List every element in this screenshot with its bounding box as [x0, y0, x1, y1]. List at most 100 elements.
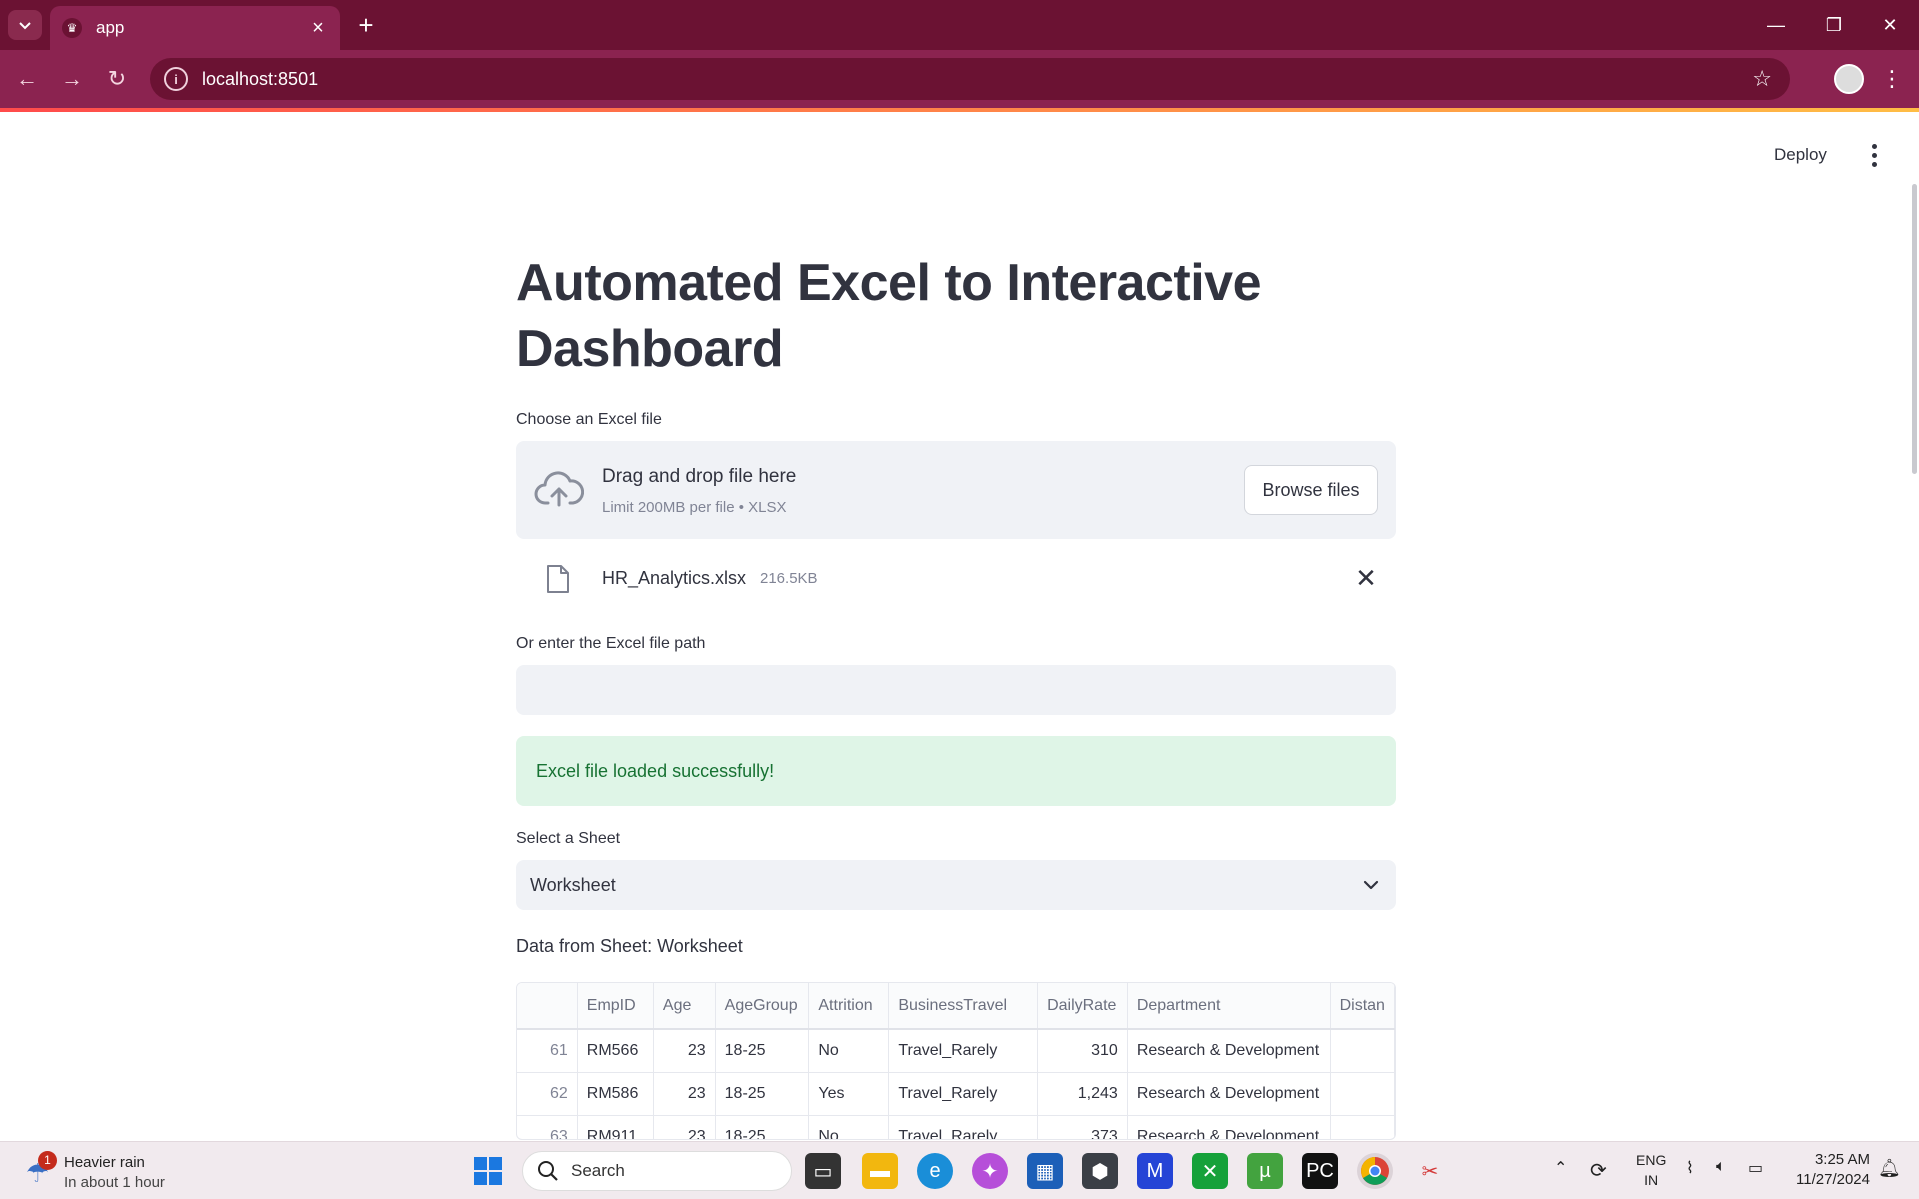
language-indicator[interactable]: ENG IN — [1636, 1150, 1666, 1190]
table-cell[interactable]: Yes — [808, 1072, 890, 1116]
tab-title: app — [96, 18, 125, 37]
path-input-label: Or enter the Excel file path — [516, 635, 706, 652]
tray-overflow-chevron-icon[interactable]: ⌃ — [1554, 1158, 1567, 1178]
app-menu-icon[interactable] — [1862, 140, 1886, 170]
snipping-tool-icon[interactable]: ✂ — [1412, 1153, 1448, 1189]
edge-browser-icon[interactable]: e — [917, 1153, 953, 1189]
table-cell[interactable]: RM586 — [577, 1072, 654, 1116]
table-cell[interactable]: Research & Development — [1127, 1072, 1331, 1116]
utorrent-icon[interactable]: µ — [1247, 1153, 1283, 1189]
table-cell[interactable]: Travel_Rarely — [888, 1029, 1039, 1073]
table-cell[interactable]: 18-25 — [715, 1115, 810, 1139]
data-table[interactable]: EmpID Age AgeGroup Attrition BusinessTra… — [516, 982, 1396, 1140]
new-tab-button[interactable]: + — [352, 12, 380, 40]
weather-widget[interactable]: ☂ 1 Heavier rain In about 1 hour — [22, 1150, 202, 1194]
taskbar-search[interactable]: Search — [522, 1151, 792, 1191]
column-header-dailyrate[interactable]: DailyRate — [1037, 983, 1128, 1030]
page-title: Automated Excel to Interactive Dashboard — [516, 254, 1262, 378]
column-header-attrition[interactable]: Attrition — [808, 983, 890, 1030]
data-heading: Data from Sheet: Worksheet — [516, 936, 743, 956]
pycharm-icon[interactable]: PC — [1302, 1153, 1338, 1189]
table-cell[interactable]: 18-25 — [715, 1029, 810, 1073]
row-index-cell[interactable]: 61 — [517, 1029, 578, 1073]
row-index-cell[interactable]: 63 — [517, 1115, 578, 1139]
column-header-agegroup[interactable]: AgeGroup — [715, 983, 810, 1030]
column-header-index[interactable] — [517, 983, 578, 1030]
table-cell[interactable]: RM911 — [577, 1115, 654, 1139]
table-cell[interactable]: Research & Development — [1127, 1115, 1331, 1139]
table-cell[interactable]: 18-25 — [715, 1072, 810, 1116]
system-clock[interactable]: 3:25 AM 11/27/2024 — [1788, 1150, 1870, 1190]
xbox-icon[interactable]: ✕ — [1192, 1153, 1228, 1189]
table-row[interactable]: 62 RM586 23 18-25 Yes Travel_Rarely 1,24… — [517, 1072, 1395, 1116]
windows-start-icon[interactable] — [470, 1153, 506, 1189]
site-info-icon[interactable]: i — [164, 67, 188, 91]
table-row[interactable]: 63 RM911 23 18-25 No Travel_Rarely 373 R… — [517, 1115, 1395, 1139]
sheet-select-value: Worksheet — [530, 874, 616, 895]
notification-bell-icon[interactable]: 🔔︎ — [1878, 1158, 1901, 1179]
success-message: Excel file loaded successfully! — [536, 760, 775, 781]
table-cell[interactable]: 23 — [653, 1072, 716, 1116]
excel-path-input[interactable] — [516, 665, 1396, 715]
chrome-icon[interactable] — [1357, 1153, 1393, 1189]
sheet-select-label: Select a Sheet — [516, 830, 621, 847]
column-header-empid[interactable]: EmpID — [577, 983, 654, 1030]
file-explorer-icon[interactable]: ▬ — [862, 1153, 898, 1189]
table-cell[interactable] — [1330, 1029, 1395, 1073]
bookmark-star-icon[interactable]: ☆ — [1752, 66, 1772, 92]
weather-subtitle: In about 1 hour — [64, 1174, 165, 1191]
browser-tab[interactable]: ♛ app × — [50, 6, 340, 50]
tab-close-icon[interactable]: × — [306, 16, 330, 40]
window-close-icon[interactable]: ✕ — [1866, 8, 1914, 42]
table-cell[interactable]: No — [808, 1115, 890, 1139]
column-header-department[interactable]: Department — [1127, 983, 1331, 1030]
microsoft-store-icon[interactable]: ▦ — [1027, 1153, 1063, 1189]
wifi-icon[interactable]: ⌇ — [1686, 1158, 1694, 1178]
cloud-upload-icon — [534, 471, 584, 507]
restore-icon[interactable]: ❐ — [1810, 8, 1858, 42]
dropzone-instruction: Drag and drop file here — [602, 466, 797, 487]
uploader-label: Choose an Excel file — [516, 411, 662, 428]
column-header-age[interactable]: Age — [653, 983, 716, 1030]
volume-icon[interactable]: 🔈︎ — [1716, 1158, 1726, 1176]
table-cell[interactable]: Research & Development — [1127, 1029, 1331, 1073]
address-bar[interactable]: i localhost:8501 ☆ — [150, 58, 1790, 100]
battery-icon[interactable]: ▭ — [1748, 1158, 1763, 1178]
main-content: Automated Excel to Interactive Dashboard — [516, 250, 1396, 382]
table-cell[interactable]: 373 — [1037, 1115, 1128, 1139]
table-cell[interactable]: 23 — [653, 1115, 716, 1139]
table-cell[interactable]: 1,243 — [1037, 1072, 1128, 1116]
copilot-icon[interactable]: ✦ — [972, 1153, 1008, 1189]
forward-arrow-icon[interactable]: → — [55, 62, 89, 96]
profile-avatar[interactable] — [1834, 64, 1864, 94]
column-header-distance[interactable]: Distan — [1330, 983, 1395, 1030]
table-cell[interactable]: RM566 — [577, 1029, 654, 1073]
row-index-cell[interactable]: 62 — [517, 1072, 578, 1116]
table-cell[interactable]: Travel_Rarely — [888, 1072, 1039, 1116]
app-m-icon[interactable]: M — [1137, 1153, 1173, 1189]
tab-search-button[interactable] — [8, 10, 42, 40]
deploy-button[interactable]: Deploy — [1774, 140, 1827, 170]
browse-files-button[interactable]: Browse files — [1244, 465, 1378, 515]
remove-file-close-icon[interactable]: ✕ — [1352, 564, 1380, 592]
url-text[interactable]: localhost:8501 — [202, 69, 1752, 90]
reload-icon[interactable]: ↻ — [100, 62, 134, 96]
minimize-icon[interactable]: — — [1752, 8, 1800, 42]
table-cell[interactable] — [1330, 1115, 1395, 1139]
table-cell[interactable]: 23 — [653, 1029, 716, 1073]
browser-menu-icon[interactable]: ⋮ — [1880, 62, 1904, 96]
file-dropzone[interactable]: Drag and drop file here Limit 200MB per … — [516, 441, 1396, 539]
task-view-icon[interactable]: ▭ — [805, 1153, 841, 1189]
column-header-businesstravel[interactable]: BusinessTravel — [888, 983, 1039, 1030]
app-hexagon-icon[interactable]: ⬢ — [1082, 1153, 1118, 1189]
back-arrow-icon[interactable]: ← — [10, 62, 44, 96]
table-cell[interactable] — [1330, 1072, 1395, 1116]
table-cell[interactable]: Travel_Rarely — [888, 1115, 1039, 1139]
table-cell[interactable]: 310 — [1037, 1029, 1128, 1073]
table-cell[interactable]: No — [808, 1029, 890, 1073]
sheet-select[interactable]: Worksheet — [516, 860, 1396, 910]
page-scrollbar[interactable] — [1912, 184, 1917, 474]
sync-icon[interactable]: ⟳ — [1590, 1158, 1607, 1183]
browser-toolbar: ← → ↻ i localhost:8501 ☆ ⋮ — [0, 50, 1919, 108]
table-row[interactable]: 61 RM566 23 18-25 No Travel_Rarely 310 R… — [517, 1029, 1395, 1073]
